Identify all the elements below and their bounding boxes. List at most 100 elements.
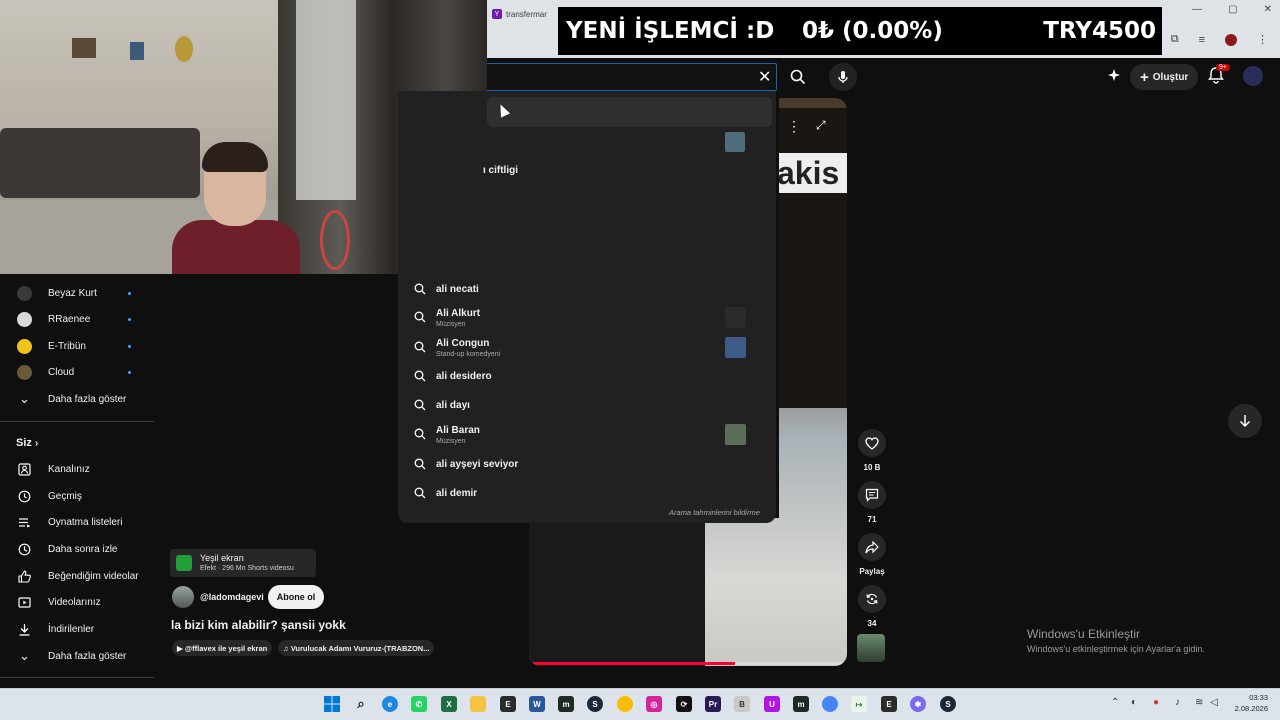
app-icon[interactable]: ✱ bbox=[910, 696, 926, 712]
sidebar-item-watch-later[interactable]: Daha sonra izle bbox=[0, 536, 154, 562]
tray-app-icon[interactable]: ◐ bbox=[1131, 697, 1137, 708]
tray-app-icon[interactable]: ● bbox=[1153, 697, 1159, 708]
create-button[interactable]: + Oluştur bbox=[1130, 64, 1199, 90]
close-window-button[interactable]: ✕ bbox=[1264, 4, 1272, 15]
word-icon[interactable]: W bbox=[529, 696, 545, 712]
create-label: Oluştur bbox=[1152, 71, 1189, 83]
capcut-icon[interactable]: ⟳ bbox=[676, 696, 692, 712]
notifications-button[interactable]: 9+ bbox=[1208, 64, 1230, 89]
epic-games-icon[interactable]: E bbox=[500, 696, 516, 712]
show-more-label: Daha fazla göster bbox=[48, 393, 127, 405]
music-tag-chip[interactable]: ♫ Vurulucak Adamı Vururuz-(TRABZON... bbox=[278, 640, 435, 656]
suggestion-partial[interactable]: ı ciftligi bbox=[483, 165, 518, 176]
search-input[interactable] bbox=[487, 63, 777, 91]
app-icon[interactable]: m bbox=[793, 696, 809, 712]
instagram-icon[interactable]: ◎ bbox=[646, 696, 662, 712]
chrome-active-icon[interactable] bbox=[822, 696, 838, 712]
media-controls-icon[interactable]: ≡ bbox=[1199, 34, 1205, 46]
search-suggestion[interactable]: ali dayı bbox=[414, 392, 754, 418]
minimize-button[interactable]: — bbox=[1192, 4, 1202, 15]
show-more-subscriptions[interactable]: ⌄ Daha fazla göster bbox=[0, 386, 154, 412]
steam-icon[interactable]: S bbox=[940, 696, 956, 712]
subscribe-button[interactable]: Abone ol bbox=[268, 585, 324, 609]
profile-icon[interactable] bbox=[1225, 33, 1237, 46]
search-icon bbox=[790, 69, 806, 85]
video-tag-chip[interactable]: ▶ @fflavex ile yeşil ekran bbox=[172, 640, 273, 656]
browser-menu-icon[interactable]: ⋮ bbox=[1257, 33, 1268, 46]
ticker-change: 0₺ (0.00%) bbox=[802, 18, 943, 44]
subscription-item[interactable]: E-Tribün bbox=[0, 333, 154, 359]
browser-tab[interactable]: Y transfermar bbox=[492, 4, 554, 24]
comment-count: 71 bbox=[867, 515, 877, 524]
suggestion-thumbnail bbox=[725, 307, 746, 328]
subscription-item[interactable]: Beyaz Kurt bbox=[0, 280, 154, 306]
voice-search-button[interactable] bbox=[829, 63, 857, 91]
report-predictions-link[interactable]: Arama tahminlerini bildirme bbox=[669, 508, 760, 517]
audio-source-thumbnail[interactable] bbox=[857, 634, 885, 662]
search-suggestion[interactable]: ali demir bbox=[414, 480, 754, 506]
effect-chip[interactable]: Yeşil ekran Efekt · 296 Mn Shorts videos… bbox=[170, 549, 316, 577]
app-icon[interactable]: ↦ bbox=[851, 696, 867, 712]
more-options-icon[interactable]: ⋮ bbox=[787, 118, 801, 135]
edge-icon[interactable]: e bbox=[382, 696, 398, 712]
share-icon bbox=[865, 540, 879, 553]
sidebar-item-your-channel[interactable]: Kanalınız bbox=[0, 456, 154, 482]
show-more-you[interactable]: ⌄ Daha fazla göster bbox=[0, 643, 154, 669]
taskbar-search-icon[interactable]: ⌕ bbox=[353, 696, 369, 712]
tab-title: transfermar bbox=[506, 9, 547, 19]
wifi-icon[interactable]: ≋ bbox=[1195, 697, 1203, 708]
subscription-item[interactable]: RRaenee bbox=[0, 306, 154, 332]
streamer bbox=[172, 142, 300, 274]
sidebar-item-history[interactable]: Geçmiş bbox=[0, 483, 154, 509]
comments-button[interactable]: 71 bbox=[857, 481, 887, 524]
channel-label: Cloud bbox=[48, 366, 75, 378]
sidebar-item-downloads[interactable]: İndirilenler bbox=[0, 616, 154, 642]
channel-name[interactable]: @ladomdagevi bbox=[200, 592, 264, 602]
video-frame-figure bbox=[529, 518, 705, 666]
search-suggestion[interactable]: Ali Baran Müzisyen bbox=[414, 421, 754, 447]
you-section-header[interactable]: Siz › bbox=[16, 437, 38, 449]
windows-taskbar bbox=[0, 688, 1280, 720]
epic-games-icon[interactable]: E bbox=[881, 696, 897, 712]
app-icon[interactable]: m bbox=[558, 696, 574, 712]
next-video-button[interactable] bbox=[1228, 404, 1262, 438]
search-suggestion[interactable]: Ali Congun Stand-up komedyeni bbox=[414, 334, 754, 360]
steam-icon[interactable]: S bbox=[587, 696, 603, 712]
price-ticker: YENİ İŞLEMCİ :D 0₺ (0.00%) TRY4500 bbox=[558, 7, 1162, 55]
comment-icon bbox=[865, 488, 879, 502]
maximize-button[interactable]: ▢ bbox=[1228, 4, 1237, 15]
search-suggestion[interactable]: ali necati bbox=[414, 276, 754, 302]
channel-avatar[interactable] bbox=[172, 586, 194, 608]
mic-tray-icon[interactable]: ♪ bbox=[1175, 697, 1180, 708]
expand-icon[interactable]: ⤢ bbox=[816, 118, 826, 133]
excel-icon[interactable]: X bbox=[441, 696, 457, 712]
volume-icon[interactable]: ◁ bbox=[1210, 697, 1218, 708]
whatsapp-icon[interactable]: ✆ bbox=[411, 696, 427, 712]
search-suggestion-highlight[interactable] bbox=[487, 97, 772, 127]
search-suggestion[interactable]: Ali Alkurt Müzisyen bbox=[414, 304, 754, 330]
tray-overflow-icon[interactable]: ⌃ bbox=[1111, 697, 1119, 708]
chrome-icon[interactable] bbox=[617, 696, 633, 712]
premiere-icon[interactable]: Pr bbox=[705, 696, 721, 712]
blockstack-icon[interactable]: B bbox=[734, 696, 750, 712]
search-button[interactable] bbox=[782, 63, 814, 91]
account-avatar[interactable] bbox=[1243, 66, 1263, 86]
start-icon[interactable] bbox=[324, 696, 340, 712]
ai-sparkle-icon[interactable] bbox=[1107, 68, 1121, 87]
system-clock[interactable]: 03:33 2.08.2026 bbox=[1232, 692, 1268, 714]
search-suggestion[interactable]: ali ayşeyi seviyor bbox=[414, 451, 754, 477]
sidebar-item-playlists[interactable]: Oynatma listeleri bbox=[0, 509, 154, 535]
sidebar-item-label: Oynatma listeleri bbox=[48, 516, 123, 528]
clear-search-icon[interactable]: ✕ bbox=[758, 67, 771, 87]
file-explorer-icon[interactable] bbox=[470, 696, 486, 712]
chevron-down-icon: ⌄ bbox=[19, 648, 30, 663]
like-button[interactable]: 10 B bbox=[857, 429, 887, 472]
subscription-item[interactable]: Cloud bbox=[0, 359, 154, 385]
extensions-icon[interactable]: ⧉ bbox=[1171, 33, 1179, 46]
app-icon[interactable]: U bbox=[764, 696, 780, 712]
remix-button[interactable]: 34 bbox=[857, 585, 887, 628]
sidebar-item-your-videos[interactable]: Videolarınız bbox=[0, 589, 154, 615]
share-button[interactable]: Paylaş bbox=[857, 533, 887, 576]
search-suggestion[interactable]: ali desidero bbox=[414, 363, 754, 389]
sidebar-item-liked-videos[interactable]: Beğendiğim videolar bbox=[0, 563, 154, 589]
